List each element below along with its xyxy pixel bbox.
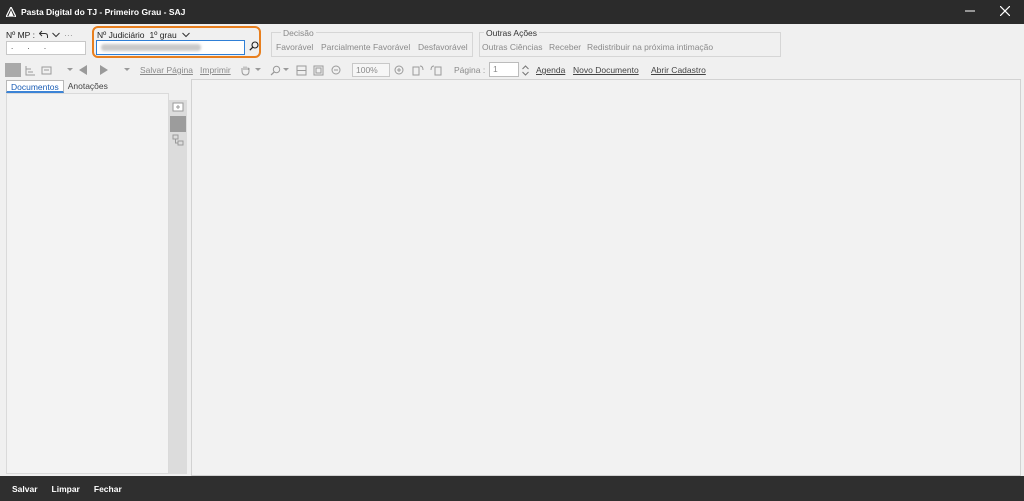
salvar-pagina-label: Salvar Página bbox=[140, 65, 193, 75]
zoom-select[interactable]: 100% bbox=[352, 63, 390, 77]
mp-input[interactable]: . . . bbox=[6, 41, 86, 55]
hand-dropdown-icon[interactable] bbox=[255, 63, 261, 77]
left-tabs: Documentos Anotações bbox=[6, 80, 112, 93]
hierarchy-button[interactable] bbox=[170, 134, 186, 150]
limpar-button[interactable]: Limpar bbox=[52, 484, 80, 494]
judiciario-label: Nº Judiciário bbox=[97, 30, 145, 40]
desfavoravel-button[interactable]: Desfavorável bbox=[418, 42, 468, 52]
app-logo-icon bbox=[6, 7, 16, 17]
dropdown-arrow-icon[interactable] bbox=[67, 63, 73, 77]
window-title: Pasta Digital do TJ - Primeiro Grau - SA… bbox=[21, 7, 186, 17]
mp-label: Nº MP : bbox=[6, 30, 35, 40]
fechar-button[interactable]: Fechar bbox=[94, 484, 122, 494]
hand-tool-icon[interactable] bbox=[240, 63, 251, 77]
decisao-title: Decisão bbox=[281, 28, 316, 38]
grau-chevron-down-icon[interactable] bbox=[181, 30, 190, 40]
agenda-button[interactable]: Agenda bbox=[536, 63, 565, 77]
close-button[interactable] bbox=[990, 0, 1020, 24]
zoom-value: 100% bbox=[356, 65, 378, 75]
page-stepper-icon[interactable] bbox=[522, 63, 529, 77]
fit-width-icon[interactable] bbox=[296, 63, 307, 77]
pagina-label: Página : bbox=[454, 65, 486, 75]
documents-list[interactable] bbox=[6, 93, 169, 474]
close-icon bbox=[999, 5, 1011, 19]
outras-ciencias-button[interactable]: Outras Ciências bbox=[482, 42, 542, 52]
redistribuir-button[interactable]: Redistribuir na próxima intimação bbox=[587, 42, 713, 52]
salvar-pagina-button[interactable]: Salvar Página bbox=[140, 63, 193, 77]
novo-documento-button[interactable]: Novo Documento bbox=[573, 63, 639, 77]
minimize-button[interactable] bbox=[955, 0, 985, 24]
tab-anotacoes[interactable]: Anotações bbox=[64, 80, 112, 93]
grau-select[interactable]: 1º grau bbox=[150, 30, 177, 40]
zoom-search-icon[interactable] bbox=[270, 63, 281, 77]
zoom-dropdown-icon[interactable] bbox=[283, 63, 289, 77]
novo-documento-label: Novo Documento bbox=[573, 65, 639, 75]
search-button[interactable] bbox=[248, 40, 260, 54]
magnifier-icon bbox=[249, 41, 259, 53]
receber-button[interactable]: Receber bbox=[549, 42, 581, 52]
minimize-icon bbox=[965, 5, 975, 19]
imprimir-button[interactable]: Imprimir bbox=[200, 63, 231, 77]
more-dropdown-icon[interactable] bbox=[124, 63, 130, 77]
tree-view-icon[interactable] bbox=[25, 63, 36, 77]
redacted-value bbox=[101, 44, 201, 51]
agenda-label: Agenda bbox=[536, 65, 566, 75]
pagina-value: 1 bbox=[493, 64, 498, 74]
salvar-button[interactable]: Salvar bbox=[12, 484, 38, 494]
next-icon[interactable] bbox=[99, 63, 109, 77]
fit-page-icon[interactable] bbox=[313, 63, 324, 77]
add-note-icon bbox=[172, 101, 184, 115]
chevron-down-icon[interactable] bbox=[52, 30, 60, 40]
document-viewer[interactable] bbox=[191, 79, 1021, 476]
judiciario-input[interactable] bbox=[96, 40, 245, 55]
favoravel-button[interactable]: Favorável bbox=[276, 42, 313, 52]
selected-strip-button[interactable] bbox=[170, 116, 186, 132]
undo-icon[interactable] bbox=[38, 30, 48, 40]
mp-label-row: Nº MP : ··· bbox=[6, 30, 73, 40]
title-bar: Pasta Digital do TJ - Primeiro Grau - SA… bbox=[0, 0, 1024, 24]
view-mode-button[interactable] bbox=[5, 63, 21, 77]
rotate-right-icon[interactable] bbox=[430, 63, 442, 77]
more-icon[interactable]: ··· bbox=[64, 30, 73, 40]
add-note-button[interactable] bbox=[170, 100, 186, 116]
zoom-in-icon[interactable] bbox=[394, 63, 404, 77]
hierarchy-icon bbox=[172, 134, 184, 150]
judiciario-label-row: Nº Judiciário 1º grau bbox=[97, 30, 190, 40]
zoom-out-icon[interactable] bbox=[331, 63, 341, 77]
pagina-input[interactable]: 1 bbox=[489, 62, 519, 77]
imprimir-label: Imprimir bbox=[200, 65, 231, 75]
abrir-cadastro-label: Abrir Cadastro bbox=[651, 65, 706, 75]
footer-bar: Salvar Limpar Fechar bbox=[0, 476, 1024, 501]
previous-icon[interactable] bbox=[78, 63, 88, 77]
tab-documentos[interactable]: Documentos bbox=[6, 80, 64, 93]
side-toolstrip bbox=[169, 100, 187, 474]
abrir-cadastro-button[interactable]: Abrir Cadastro bbox=[651, 63, 706, 77]
parcialmente-favoravel-button[interactable]: Parcialmente Favorável bbox=[321, 42, 410, 52]
list-view-icon[interactable] bbox=[41, 63, 52, 77]
outras-acoes-title: Outras Ações bbox=[484, 28, 540, 38]
rotate-left-icon[interactable] bbox=[412, 63, 424, 77]
